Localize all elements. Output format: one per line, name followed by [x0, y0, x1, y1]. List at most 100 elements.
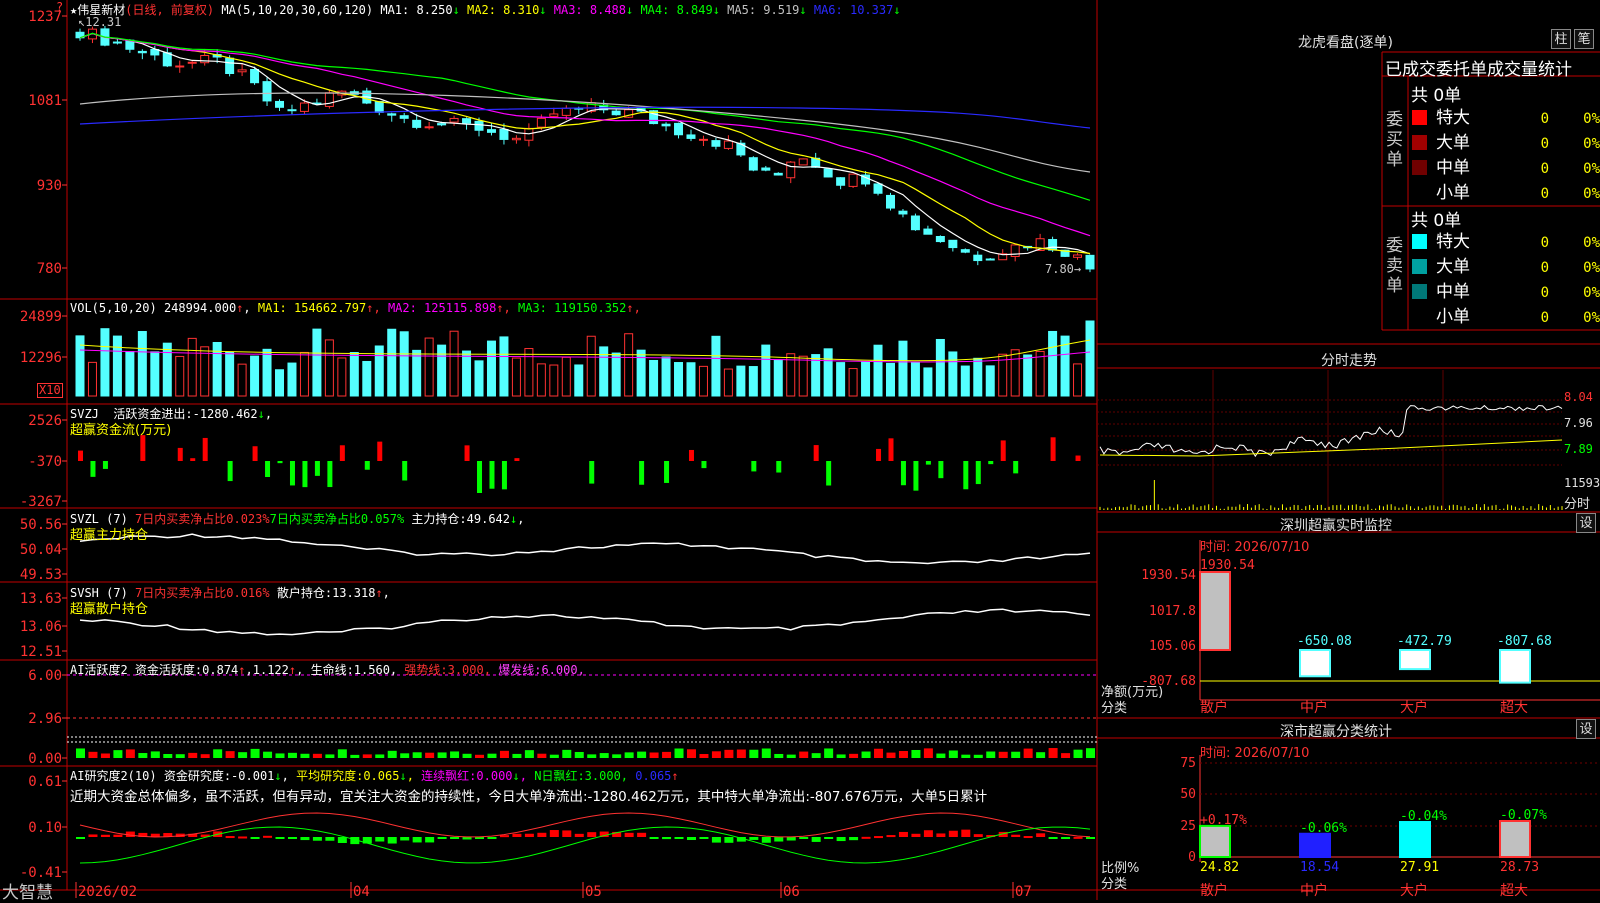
- vol-y-tick: 12296: [20, 350, 62, 366]
- vol-value: 248994.000: [163, 301, 237, 315]
- fund-flow-bar: [589, 461, 595, 484]
- volume-bar: [387, 328, 397, 397]
- fund-flow-bar: [1075, 455, 1081, 461]
- volume-bar: [948, 351, 958, 397]
- sz-stats-cat: 超大: [1500, 883, 1528, 899]
- sz-monitor-cat: 中户: [1300, 699, 1328, 716]
- activity-bar: [238, 752, 248, 758]
- candle-body: [723, 140, 733, 149]
- volume-bar: [287, 362, 297, 397]
- sz-monitor-cat-label: 分类: [1101, 701, 1128, 716]
- pen-mode-button[interactable]: 笔: [1574, 29, 1594, 49]
- activity-bar: [263, 751, 273, 758]
- svsh-value: 13.318: [332, 586, 376, 600]
- candle-body: [1085, 254, 1095, 270]
- volume-bar: [137, 331, 147, 397]
- activity-bar: [761, 748, 771, 758]
- sz-stats-cat-label: 分类: [1101, 877, 1128, 892]
- candle-body: [162, 52, 172, 67]
- research-bar: [836, 837, 846, 842]
- activity-bar: [337, 749, 347, 758]
- sell-row-swatch: [1412, 259, 1427, 274]
- activity-bar: [549, 754, 559, 758]
- volume-bar: [761, 344, 771, 397]
- sz-stats-bar: [1399, 821, 1431, 859]
- volume-bar: [262, 348, 272, 397]
- fund-flow-bar: [913, 461, 919, 491]
- research-bar: [325, 837, 335, 841]
- vol-header: VOL(5,10,20) 248994.000↑, MA1: 154662.79…: [70, 301, 641, 315]
- stock-chart-canvas[interactable]: 1237108193078024899122962526-370-326750.…: [0, 0, 1600, 900]
- fund-flow-bar: [988, 461, 994, 465]
- research-bar: [662, 837, 672, 840]
- candle-body: [836, 177, 846, 186]
- candle-body: [112, 41, 122, 44]
- ai2-y-tick: 0.10: [28, 820, 62, 836]
- volume-bar: [337, 357, 347, 397]
- svzl-value: 49.642: [466, 512, 511, 526]
- bar-mode-button[interactable]: 柱: [1551, 29, 1571, 49]
- activity-bar: [213, 749, 223, 758]
- fund-flow-bar: [464, 445, 470, 461]
- candle-body: [250, 69, 260, 84]
- activity-bar: [637, 751, 647, 758]
- candle-body: [985, 258, 995, 261]
- volume-bar: [275, 369, 285, 397]
- volume-bar: [324, 339, 334, 397]
- vol-unit[interactable]: X10: [37, 383, 63, 398]
- candle-body: [748, 157, 758, 171]
- sz-monitor-settings-button[interactable]: 设: [1576, 513, 1596, 533]
- sz-stats-settings-button[interactable]: 设: [1576, 719, 1596, 739]
- volume-bar: [649, 359, 659, 397]
- vol-ma1: MA1: 154662.797: [257, 301, 367, 315]
- activity-bar: [724, 749, 734, 758]
- activity-bar: [475, 754, 485, 758]
- intraday-tick-low: 7.89: [1564, 442, 1593, 456]
- fund-flow-bar: [227, 461, 233, 482]
- research-bar: [1048, 837, 1058, 839]
- period-adjust[interactable]: (日线, 前复权): [125, 3, 214, 17]
- intraday-tick-high: 8.04: [1564, 390, 1593, 404]
- candle-body: [374, 101, 384, 113]
- price-y-tick: 1081: [28, 93, 62, 109]
- candle-body: [711, 140, 721, 147]
- sz-monitor-bar: [1499, 649, 1531, 684]
- candle-body: [412, 119, 422, 128]
- candle-body: [536, 117, 546, 128]
- activity-bar: [163, 754, 173, 758]
- sell-row-label: 特大: [1436, 232, 1470, 252]
- sz-monitor-bar-label: -472.79: [1397, 634, 1452, 649]
- sz-monitor-bar-label: 1930.54: [1200, 558, 1255, 573]
- activity-bar: [574, 751, 584, 758]
- help-icon[interactable]: ?: [56, 0, 63, 14]
- research-bar: [425, 837, 435, 843]
- volume-bar: [885, 362, 895, 397]
- fund-flow-bar: [1000, 440, 1006, 461]
- activity-bar: [88, 751, 98, 758]
- svzj-value: -1280.462: [192, 407, 258, 421]
- activity-bar: [125, 749, 135, 758]
- sz-monitor-cat: 超大: [1500, 700, 1528, 716]
- research-bar: [512, 833, 522, 837]
- activity-bar: [350, 754, 360, 758]
- x-axis-label: 04: [353, 884, 370, 900]
- activity-bar: [849, 753, 859, 758]
- candle-body: [973, 254, 983, 262]
- activity-bar: [649, 752, 659, 758]
- buy-row-pct: 0%: [1583, 111, 1600, 127]
- volume-bar: [935, 338, 945, 397]
- fund-flow-bar: [975, 461, 981, 485]
- sz-stats-bar: [1499, 819, 1531, 859]
- intraday-avg-line: [1099, 439, 1563, 457]
- activity-bar: [774, 753, 784, 758]
- candle-body: [275, 100, 285, 108]
- sz-stats-time: 时间: 2026/07/10: [1200, 746, 1310, 761]
- activity-bar: [686, 749, 696, 758]
- research-bar: [973, 834, 983, 837]
- research-bar: [562, 830, 572, 837]
- volume-bar: [412, 349, 422, 397]
- buy-total: 共 0单: [1411, 86, 1462, 106]
- sz-monitor-title: 深圳超赢实时监控: [1280, 518, 1392, 534]
- research-bar: [898, 831, 908, 837]
- sz-stats-y-tick: 75: [1180, 756, 1196, 771]
